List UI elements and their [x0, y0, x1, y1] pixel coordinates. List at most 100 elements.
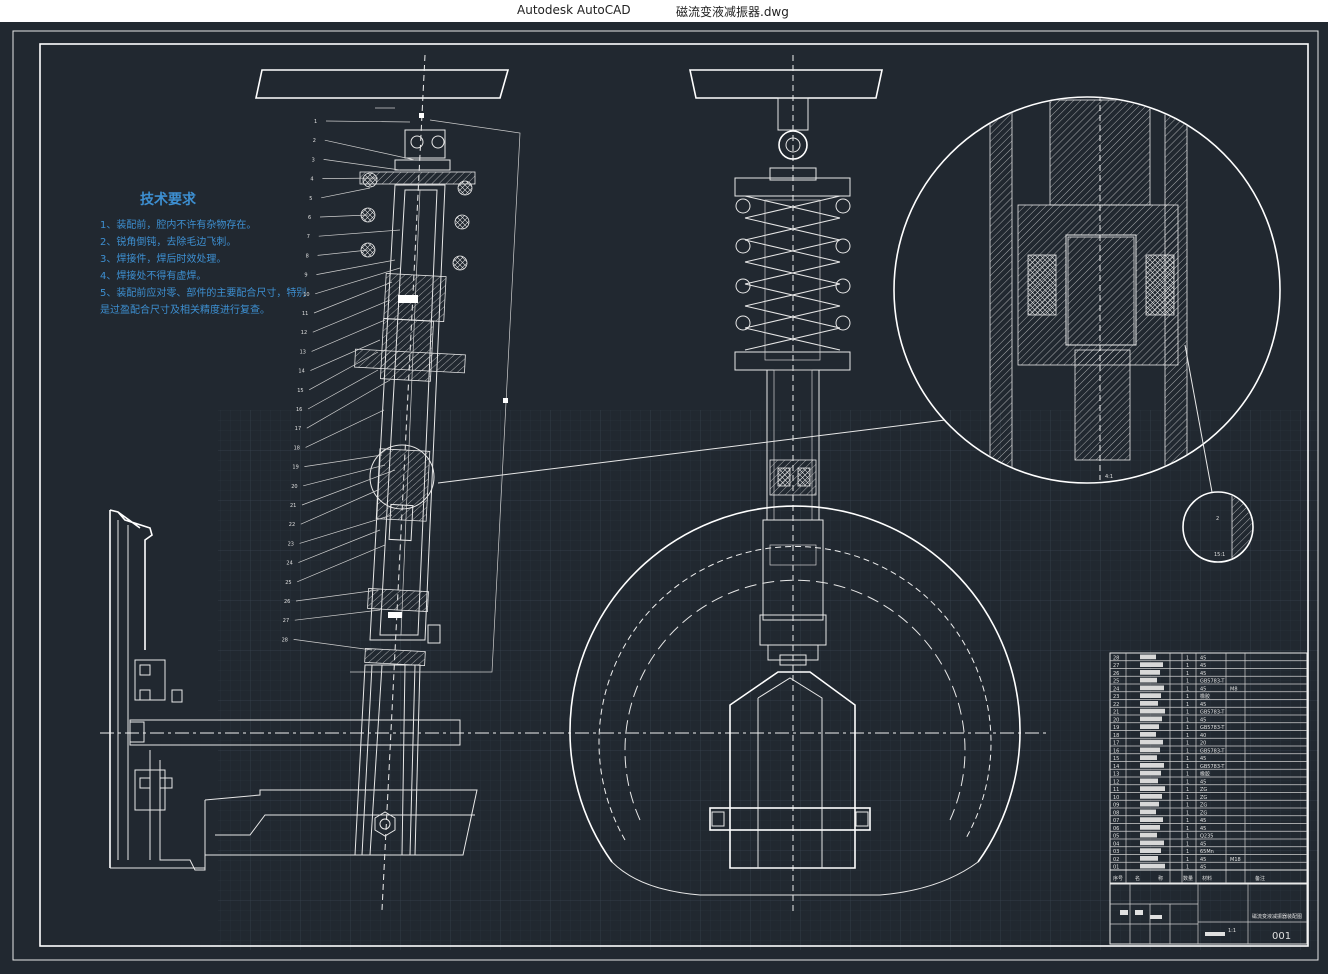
part-name-glyph — [1140, 763, 1164, 768]
note-item: 2、锐角倒钝，去除毛边飞刺。 — [100, 235, 236, 248]
table-cell: 21 — [1113, 710, 1119, 716]
table-cell: 26 — [1113, 671, 1119, 677]
table-cell: 45 — [1200, 686, 1206, 692]
detail-dim-b: 2 — [1216, 516, 1219, 522]
table-cell: 1 — [1186, 710, 1189, 716]
table-cell: 12 — [1113, 779, 1119, 785]
balloon-number: 10 — [303, 292, 309, 298]
table-cell: 1 — [1186, 826, 1189, 832]
header-qty: 数量 — [1183, 875, 1193, 882]
leader-line — [313, 281, 393, 314]
balloon-number: 17 — [295, 426, 301, 432]
drawing-number: 001 — [1272, 931, 1291, 942]
table-cell: 45 — [1200, 779, 1206, 785]
table-cell: 23 — [1113, 694, 1119, 700]
table-cell: 45 — [1200, 717, 1206, 723]
balloon-number: 26 — [284, 599, 290, 605]
notes-title: 技术要求 — [140, 191, 197, 208]
leader-line — [324, 139, 416, 161]
file-name[interactable]: 磁流变液减振器.dwg — [676, 3, 789, 20]
balloon-number: 28 — [282, 637, 288, 643]
table-cell: ZG — [1200, 810, 1207, 816]
table-cell: 10 — [1113, 795, 1119, 801]
table-cell: 1 — [1186, 663, 1189, 669]
part-name-glyph — [1140, 832, 1157, 838]
part-name-glyph — [1140, 685, 1164, 691]
part-name-glyph — [1140, 848, 1161, 853]
leader-line — [321, 187, 371, 199]
leader-line — [318, 229, 401, 237]
leader-line — [307, 369, 379, 410]
table-cell: 1 — [1186, 818, 1189, 824]
table-cell: GB5783-T — [1200, 748, 1225, 754]
table-cell: 1 — [1186, 857, 1189, 863]
balloon-number: 18 — [294, 445, 300, 451]
app-name: Autodesk AutoCAD — [517, 3, 631, 17]
table-cell: 1 — [1186, 686, 1189, 692]
balloon-number: 2 — [313, 138, 316, 144]
table-cell: ZG — [1200, 795, 1207, 801]
table-cell: 1 — [1186, 764, 1189, 770]
table-cell: 1 — [1186, 679, 1189, 685]
table-cell: GB5783-T — [1200, 725, 1225, 731]
table-cell: 45 — [1200, 671, 1206, 677]
table-cell: 1 — [1186, 795, 1189, 801]
table-cell: 15 — [1113, 756, 1119, 762]
part-name-glyph — [1140, 856, 1158, 861]
table-cell: 28 — [1113, 655, 1119, 661]
drawing-title: 磁流变液减振器装配图 — [1252, 913, 1302, 920]
table-cell: 25 — [1113, 679, 1119, 685]
table-cell: 19 — [1113, 725, 1119, 731]
table-cell: 1 — [1186, 779, 1189, 785]
balloon-number: 14 — [298, 369, 304, 375]
balloon-number: 25 — [285, 580, 291, 586]
balloon-number: 13 — [300, 349, 306, 355]
balloon-number: 15 — [297, 388, 303, 394]
header-name-a: 名 — [1135, 875, 1140, 882]
table-cell: 04 — [1113, 841, 1119, 847]
balloon-number: 22 — [289, 522, 295, 528]
table-cell: 1 — [1186, 733, 1189, 739]
table-cell: 1 — [1186, 655, 1189, 661]
table-cell: 02 — [1113, 857, 1119, 863]
table-cell: M18 — [1230, 857, 1241, 863]
table-cell: M8 — [1230, 686, 1238, 692]
part-name-glyph — [1140, 708, 1165, 714]
balloon-number: 3 — [312, 157, 315, 163]
leader-line — [323, 159, 401, 171]
part-name-glyph — [1140, 670, 1160, 675]
table-cell: 1 — [1186, 694, 1189, 700]
table-cell: 13 — [1113, 772, 1119, 778]
table-cell: 1 — [1186, 772, 1189, 778]
table-cell: 16 — [1113, 748, 1119, 754]
part-name-glyph — [1140, 732, 1156, 737]
detail-scale-a: 4:1 — [1105, 474, 1113, 480]
table-cell: 45 — [1200, 655, 1206, 661]
leader-line — [317, 249, 369, 256]
balloon-number: 4 — [310, 177, 313, 183]
table-cell: GB5783-T — [1200, 679, 1225, 685]
part-name-glyph — [1140, 809, 1156, 815]
table-cell: 03 — [1113, 849, 1119, 855]
table-cell: 09 — [1113, 803, 1119, 809]
table-cell: 1 — [1186, 841, 1189, 847]
drawing-scale: 1:1 — [1228, 928, 1236, 934]
balloon-number: 11 — [302, 311, 308, 317]
header-no: 序号 — [1113, 875, 1123, 882]
table-cell: 24 — [1113, 686, 1119, 692]
note-item: 是过盈配合尺寸及相关精度进行复查。 — [100, 303, 270, 316]
drawing-canvas[interactable]: 技术要求 1、装配前，腔内不许有杂物存在。 2、锐角倒钝，去除毛边飞刺。 3、焊… — [0, 22, 1328, 970]
part-name-glyph — [1140, 786, 1165, 791]
leader-line — [311, 319, 386, 352]
part-name-glyph — [1140, 801, 1159, 807]
part-name-glyph — [1140, 662, 1163, 667]
balloon-number: 1 — [314, 119, 317, 125]
table-cell: 11 — [1113, 787, 1119, 793]
table-cell: GB5783-T — [1200, 764, 1225, 770]
table-cell: 45 — [1200, 702, 1206, 708]
table-cell: 22 — [1113, 702, 1119, 708]
part-name-glyph — [1140, 794, 1162, 799]
balloon-number: 19 — [292, 465, 298, 471]
table-cell: 1 — [1186, 702, 1189, 708]
part-name-glyph — [1140, 654, 1156, 660]
